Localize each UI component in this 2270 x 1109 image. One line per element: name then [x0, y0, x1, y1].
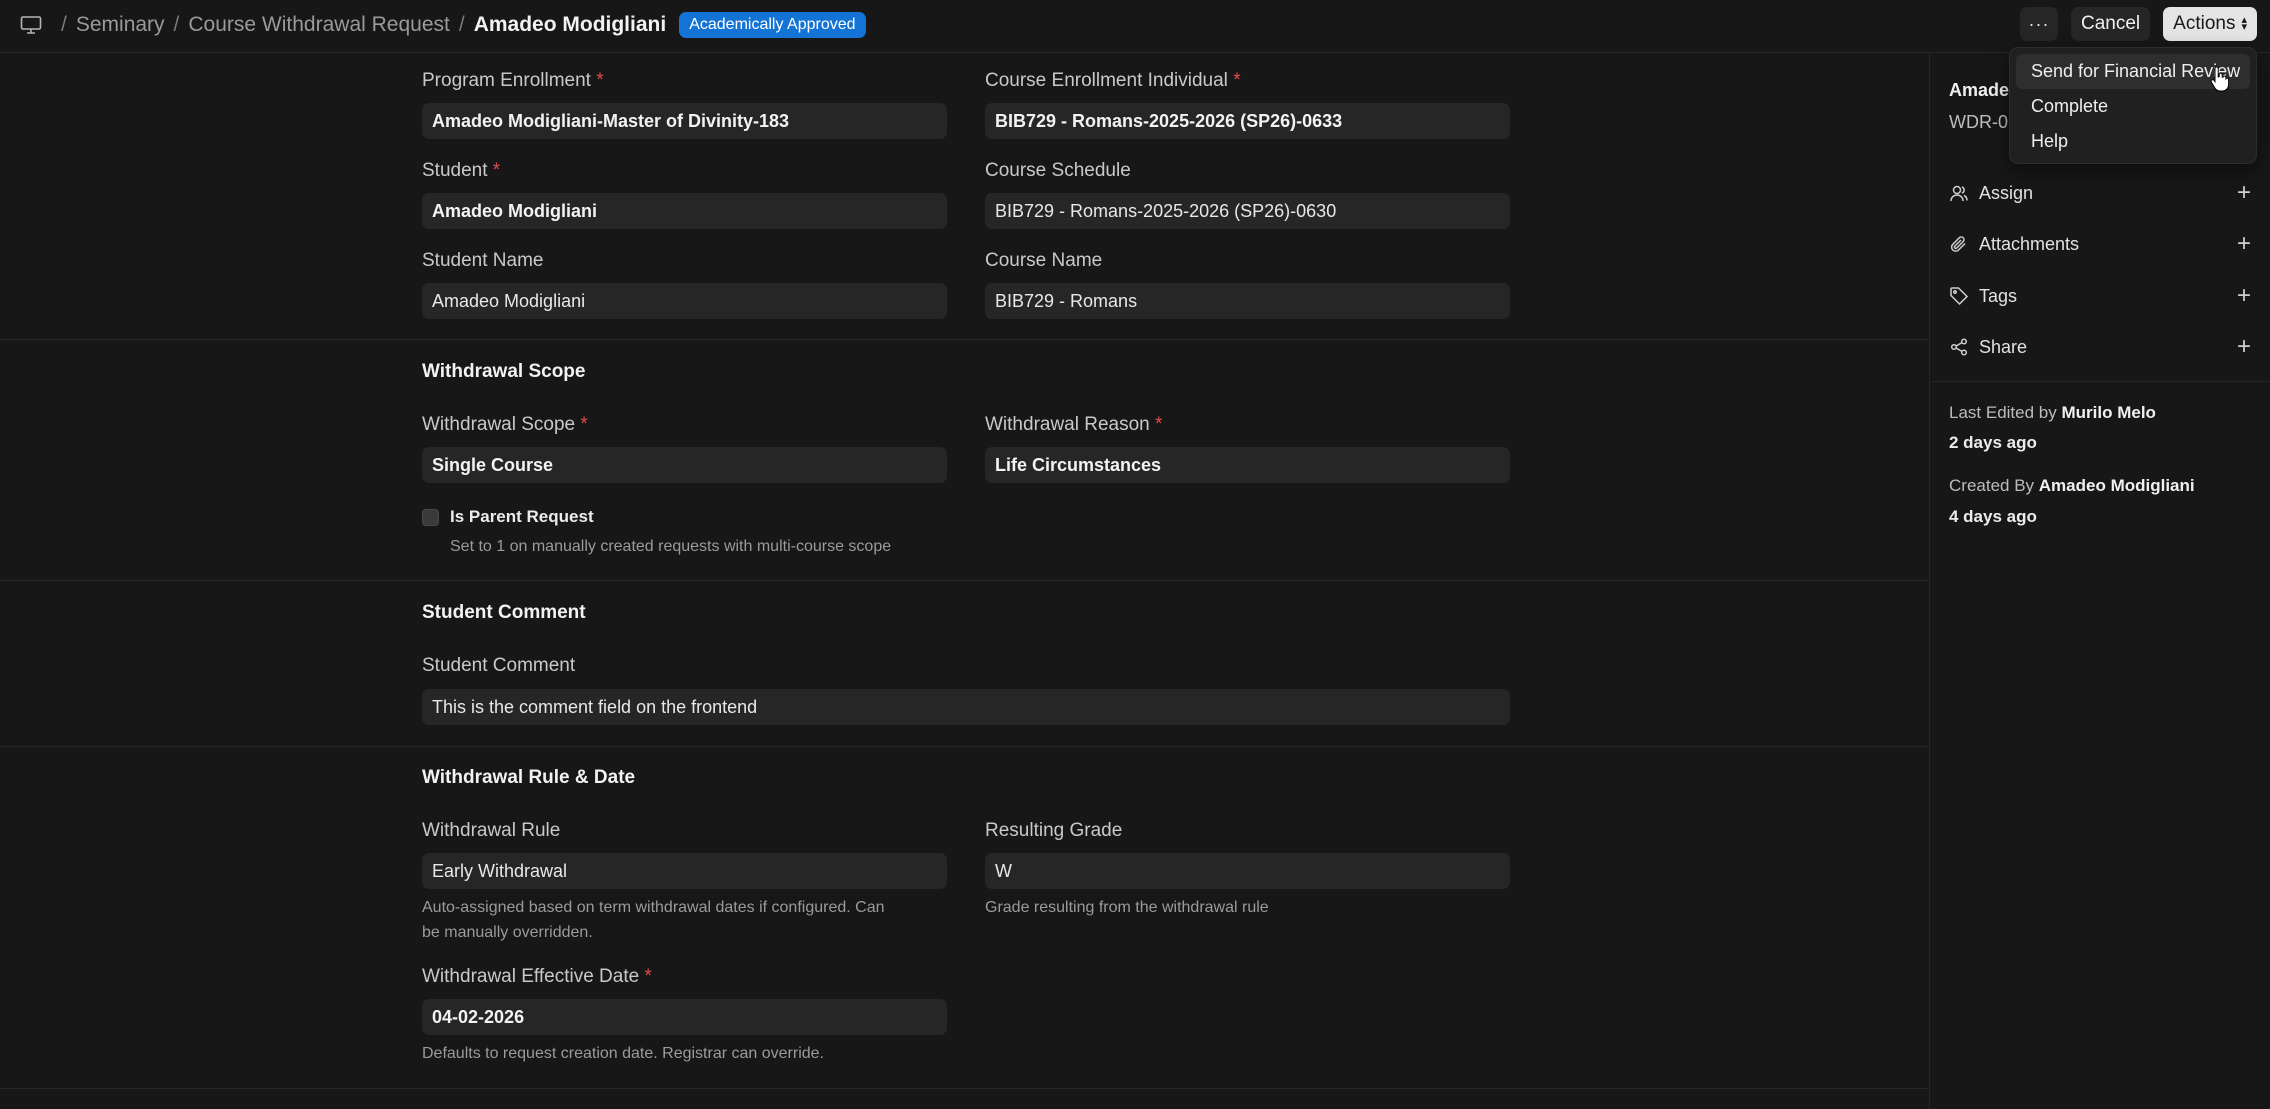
tag-icon	[1950, 287, 1969, 306]
effective-date-label: Withdrawal Effective Date *	[422, 966, 652, 987]
withdrawal-rule-help: Auto-assigned based on term withdrawal d…	[422, 899, 885, 941]
sidebar-doc-name: Amade	[1949, 80, 2010, 100]
sidebar-item-assign[interactable]: Assign +	[1949, 178, 2251, 208]
resulting-grade-field[interactable]: W	[985, 853, 1510, 889]
effective-date-help: Defaults to request creation date. Regis…	[422, 1045, 824, 1062]
plus-icon[interactable]: +	[2237, 335, 2251, 359]
sidebar-doc-id: WDR-0	[1949, 112, 2008, 132]
header-actions: ··· Cancel Actions ▴ ▾	[2020, 7, 2257, 41]
student-label: Student *	[422, 160, 501, 181]
breadcrumb-course-withdrawal-request[interactable]: Course Withdrawal Request	[188, 13, 449, 37]
sidebar-item-tags[interactable]: Tags +	[1949, 281, 2251, 311]
student-comment-section-title: Student Comment	[422, 602, 586, 623]
plus-icon[interactable]: +	[2237, 181, 2251, 205]
sidebar-item-attachments[interactable]: Attachments +	[1949, 229, 2251, 259]
sidebar: Amade WDR-0 Assign + Attachments + Tags …	[1931, 53, 2270, 1109]
user-icon	[1950, 185, 1968, 202]
created-by: Created By Amadeo Modigliani	[1949, 476, 2195, 495]
menu-item-complete[interactable]: Complete	[2016, 89, 2250, 124]
page-title: Amadeo Modigliani	[473, 13, 667, 36]
form-main: Program Enrollment * Amadeo Modigliani-M…	[0, 53, 1930, 1109]
status-badge: Academically Approved	[679, 12, 866, 38]
plus-icon[interactable]: +	[2237, 232, 2251, 256]
section-divider	[0, 339, 1930, 340]
program-enrollment-field[interactable]: Amadeo Modigliani-Master of Divinity-183	[422, 103, 947, 139]
program-enrollment-label: Program Enrollment *	[422, 70, 604, 91]
withdrawal-scope-select[interactable]: Single Course	[422, 447, 947, 483]
share-icon	[1950, 338, 1968, 356]
breadcrumb-separator: /	[61, 13, 67, 36]
student-name-label: Student Name	[422, 250, 544, 271]
sidebar-item-label: Tags	[1979, 285, 2018, 306]
course-schedule-label: Course Schedule	[985, 160, 1131, 181]
breadcrumb: / Seminary / Course Withdrawal Request /…	[20, 0, 866, 50]
monitor-icon[interactable]	[20, 15, 42, 35]
withdrawal-reason-label: Withdrawal Reason *	[985, 414, 1163, 435]
actions-dropdown-menu: Send for Financial Review Complete Help	[2009, 47, 2257, 164]
is-parent-request-help: Set to 1 on manually created requests wi…	[450, 538, 892, 555]
course-enrollment-individual-label: Course Enrollment Individual *	[985, 70, 1241, 91]
cancel-button[interactable]: Cancel	[2071, 7, 2151, 41]
sidebar-divider	[1931, 381, 2270, 382]
withdrawal-rule-label: Withdrawal Rule	[422, 820, 561, 841]
student-field[interactable]: Amadeo Modigliani	[422, 193, 947, 229]
sidebar-item-share[interactable]: Share +	[1949, 332, 2251, 362]
is-parent-request-checkbox[interactable]	[422, 509, 439, 526]
more-options-button[interactable]: ···	[2020, 7, 2058, 41]
course-schedule-field: BIB729 - Romans-2025-2026 (SP26)-0630	[985, 193, 1510, 229]
created-time: 4 days ago	[1949, 507, 2037, 526]
course-name-label: Course Name	[985, 250, 1103, 271]
chevron-updown-icon: ▴ ▾	[2241, 14, 2247, 33]
breadcrumb-separator: /	[173, 13, 180, 36]
student-comment-label: Student Comment	[422, 655, 576, 676]
withdrawal-rule-select[interactable]: Early Withdrawal	[422, 853, 947, 889]
last-edited-by: Last Edited by Murilo Melo	[1949, 403, 2156, 422]
resulting-grade-help: Grade resulting from the withdrawal rule	[985, 899, 1269, 916]
section-divider	[0, 746, 1930, 747]
effective-date-field[interactable]: 04-02-2026	[422, 999, 947, 1035]
menu-item-help[interactable]: Help	[2016, 124, 2250, 159]
paperclip-icon	[1950, 236, 1966, 252]
actions-button-label: Actions	[2173, 13, 2236, 34]
withdrawal-scope-section-title: Withdrawal Scope	[422, 361, 586, 382]
last-edited-time: 2 days ago	[1949, 433, 2037, 452]
top-bar: / Seminary / Course Withdrawal Request /…	[0, 0, 2270, 53]
is-parent-request-label: Is Parent Request	[450, 507, 594, 526]
sidebar-item-label: Assign	[1979, 182, 2034, 203]
resulting-grade-label: Resulting Grade	[985, 820, 1123, 841]
sidebar-item-label: Share	[1979, 336, 2028, 357]
cursor-hand-icon	[2210, 66, 2229, 92]
student-name-field: Amadeo Modigliani	[422, 283, 947, 319]
student-comment-field[interactable]: This is the comment field on the fronten…	[422, 689, 1510, 725]
plus-icon[interactable]: +	[2237, 284, 2251, 308]
section-divider	[0, 1088, 1930, 1089]
breadcrumb-seminary[interactable]: Seminary	[76, 13, 165, 37]
section-divider	[0, 580, 1930, 581]
withdrawal-reason-select[interactable]: Life Circumstances	[985, 447, 1510, 483]
withdrawal-scope-label: Withdrawal Scope *	[422, 414, 588, 435]
course-enrollment-individual-field[interactable]: BIB729 - Romans-2025-2026 (SP26)-0633	[985, 103, 1510, 139]
breadcrumb-separator: /	[458, 13, 465, 36]
course-name-field: BIB729 - Romans	[985, 283, 1510, 319]
withdrawal-rule-section-title: Withdrawal Rule & Date	[422, 767, 636, 788]
sidebar-item-label: Attachments	[1979, 233, 2080, 254]
actions-button[interactable]: Actions ▴ ▾	[2163, 7, 2257, 41]
